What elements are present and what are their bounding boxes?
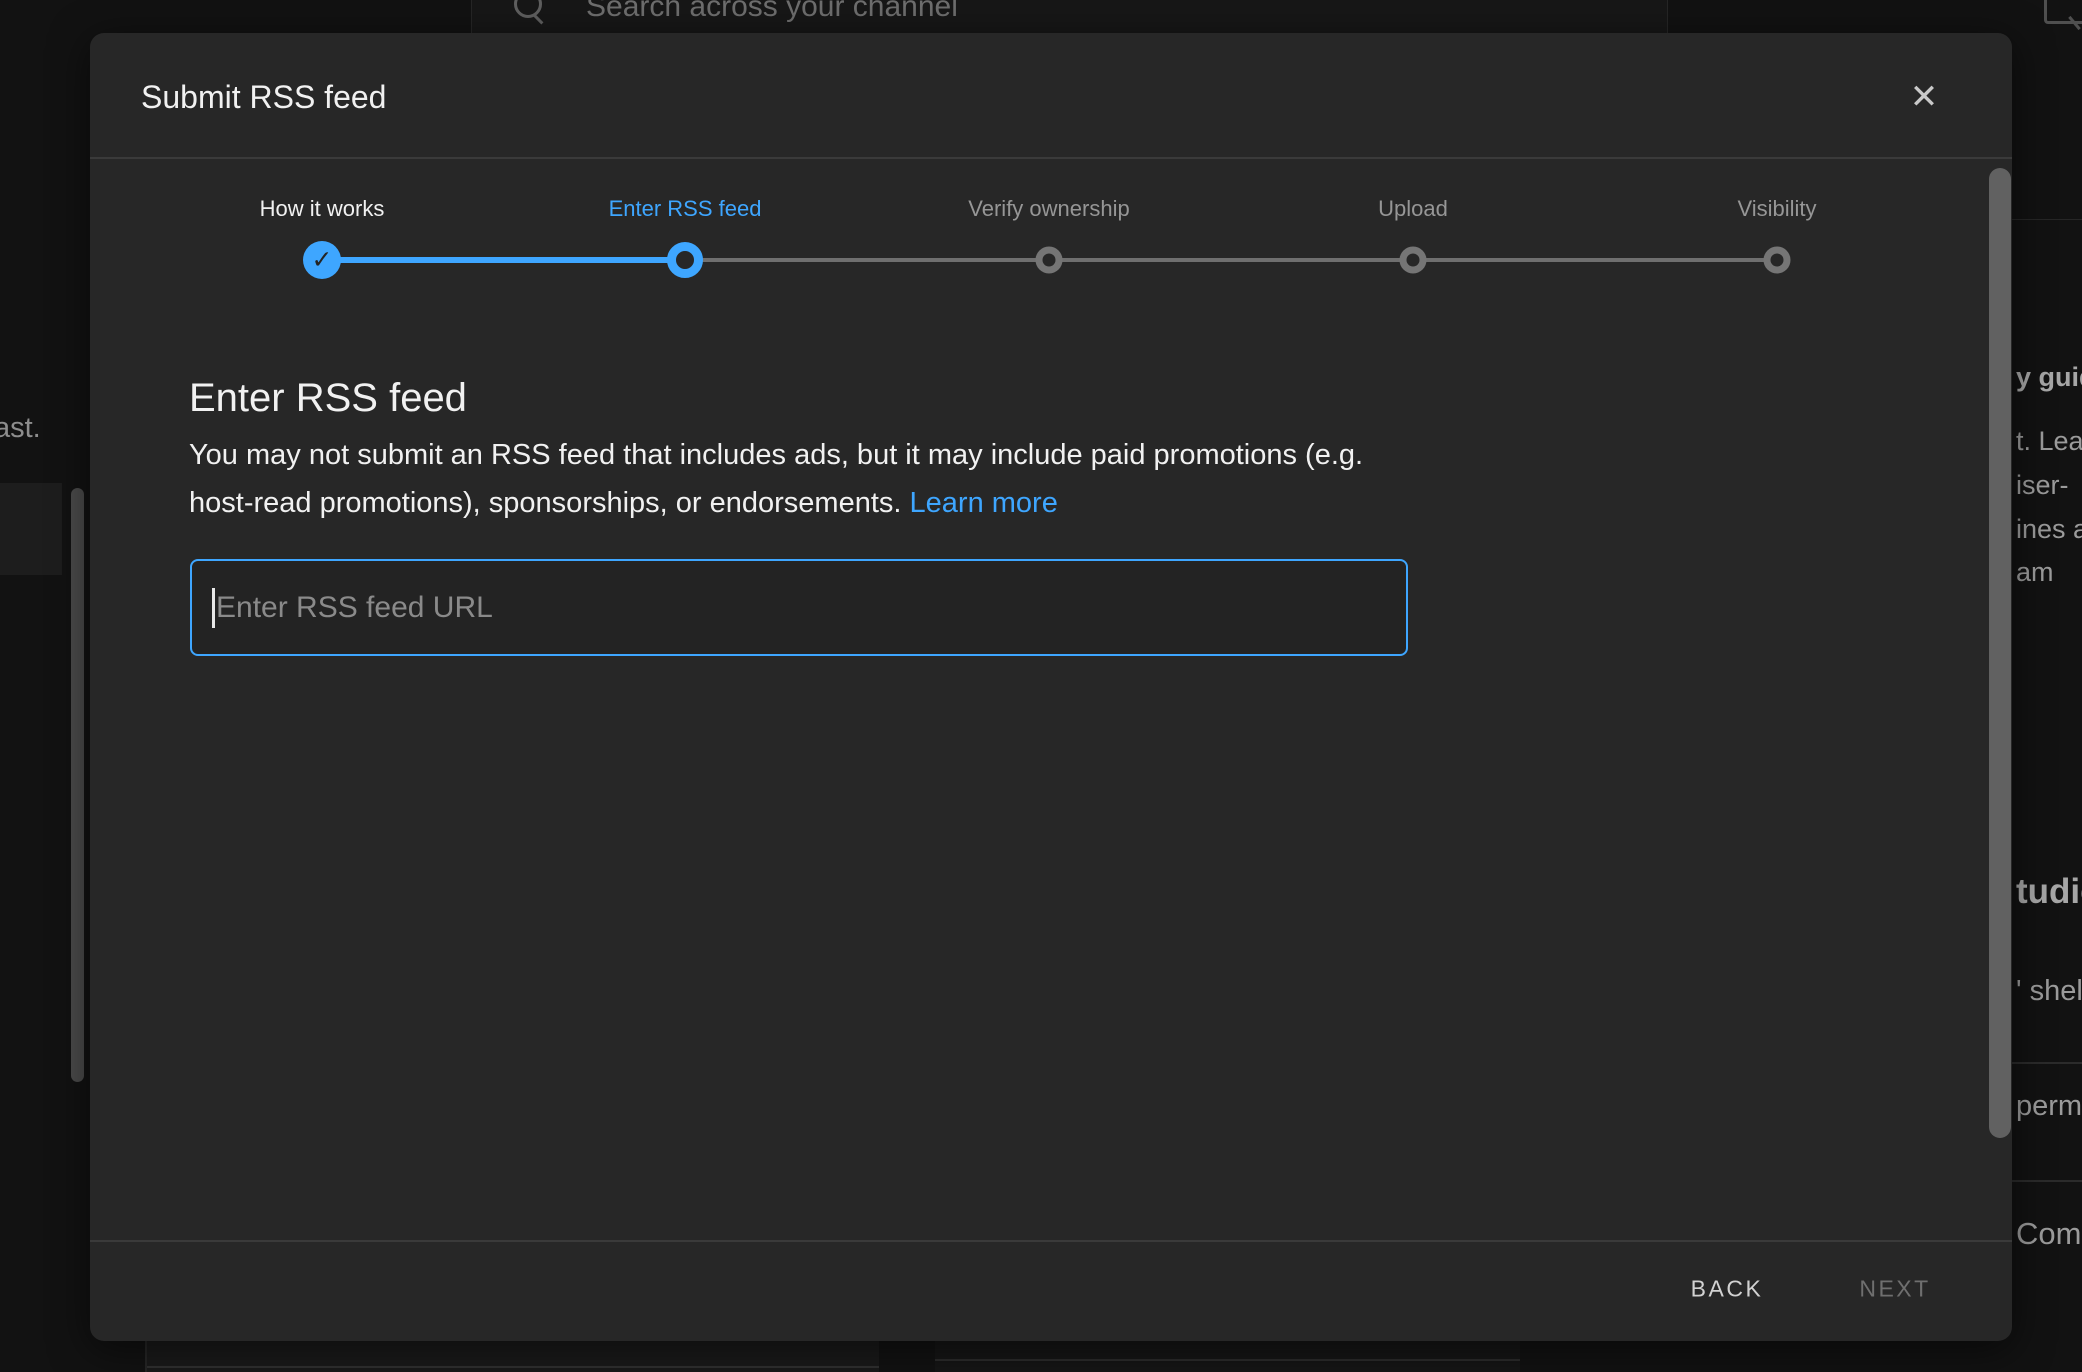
step-circle-upload [1400,247,1427,274]
step-circle-verify-ownership [1036,247,1063,274]
check-icon: ✓ [312,248,333,273]
step-circle-visibility [1764,247,1791,274]
step-circle-enter-rss-feed[interactable] [667,242,703,278]
create-icon [2044,0,2082,24]
background-left-panel [0,483,62,575]
background-right-text-fragment: am [2016,557,2054,588]
step-label-verify-ownership: Verify ownership [968,196,1129,222]
background-right-text-fragment: tudio [2016,872,2082,912]
background-right-text-fragment: Comm [2016,1216,2082,1252]
close-icon: ✕ [1910,77,1939,117]
rss-feed-url-field-wrapper [190,559,1408,656]
dialog-scrollbar[interactable] [1989,168,2011,1138]
back-button[interactable]: BACK [1669,1262,1786,1317]
background-right-text-fragment: ' shelf [2016,975,2082,1008]
background-right-text-fragment: y guid [2016,362,2082,393]
step-label-how-it-works: How it works [260,196,385,222]
background-right-text-fragment: ines a [2016,514,2082,545]
step-label-enter-rss-feed: Enter RSS feed [609,196,762,222]
background-right-text-fragment: t. Lear [2016,426,2082,457]
step-label-upload: Upload [1378,196,1448,222]
learn-more-link[interactable]: Learn more [910,487,1058,519]
step-circle-how-it-works[interactable]: ✓ [303,241,341,279]
description-line2: host-read promotions), sponsorships, or … [189,487,901,519]
background-bottom-panel [935,1341,1520,1372]
description-line1: You may not submit an RSS feed that incl… [189,439,1363,471]
background-bottom-panel [145,1341,879,1372]
background-search-bar: Search across your channel [471,0,1668,33]
background-top-bar: Search across your channel [0,0,2082,33]
search-icon [514,0,542,18]
screen: Search across your channel ast. y guid t… [0,0,2082,1372]
text-cursor [212,588,215,628]
footer-divider [90,1240,2012,1242]
background-left-text-fragment: ast. [0,412,41,445]
submit-rss-feed-dialog: Submit RSS feed ✕ How it works Enter RSS… [90,33,2012,1341]
background-right-text-fragment: permis [2016,1090,2082,1123]
next-button[interactable]: NEXT [1837,1262,1952,1317]
dialog-title: Submit RSS feed [141,79,386,116]
background-right-text-fragment: iser- [2016,470,2069,501]
search-placeholder-text: Search across your channel [586,0,958,24]
header-divider [90,157,2012,159]
rss-feed-url-input[interactable] [190,559,1408,656]
step-label-visibility: Visibility [1737,196,1816,222]
step-heading: Enter RSS feed [189,374,467,422]
background-divider [2012,219,2082,220]
step-description: You may not submit an RSS feed that incl… [189,431,1489,527]
background-divider [2012,1180,2082,1182]
background-page-scrollbar [71,488,84,1082]
close-button[interactable]: ✕ [1896,69,1952,125]
background-divider [2012,1062,2082,1064]
stepper-track-completed [322,257,685,263]
